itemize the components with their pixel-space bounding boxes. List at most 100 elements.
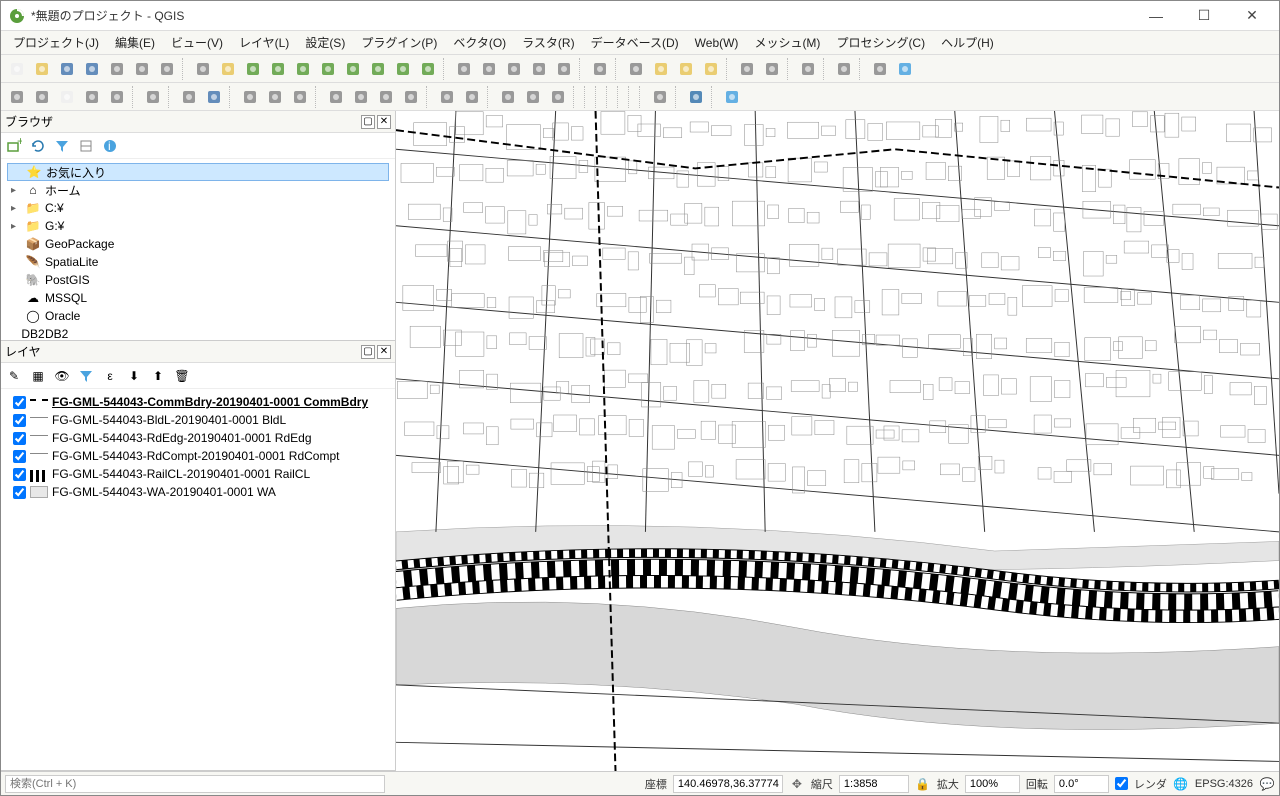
extents-icon[interactable]: ✥ — [789, 776, 805, 792]
browser-item-postgis[interactable]: 🐘PostGIS — [7, 271, 389, 289]
layer-name-label[interactable]: FG-GML-544043-CommBdry-20190401-0001 Com… — [52, 395, 368, 409]
action-button[interactable] — [624, 57, 648, 81]
save-as-button[interactable] — [80, 57, 104, 81]
browser-tree[interactable]: ⭐お気に入り▸⌂ホーム▸📁C:¥▸📁G:¥📦GeoPackage🪶SpatiaL… — [1, 159, 395, 340]
zoom-last-button[interactable] — [391, 57, 415, 81]
layer-item[interactable]: FG-GML-544043-BldL-20190401-0001 BldL — [7, 411, 389, 429]
paste-button[interactable] — [399, 85, 423, 109]
menu-view[interactable]: ビュー(V) — [163, 31, 231, 54]
menu-edit[interactable]: 編集(E) — [107, 31, 163, 54]
redo-button[interactable] — [460, 85, 484, 109]
move-feature-button[interactable] — [263, 85, 287, 109]
file-new-button[interactable] — [5, 57, 29, 81]
delete-button[interactable] — [324, 85, 348, 109]
zoom-layer-button[interactable] — [366, 57, 390, 81]
print-layout-button[interactable] — [105, 57, 129, 81]
expand-arrow-icon[interactable]: ▸ — [11, 221, 21, 232]
browser-item-db2[interactable]: DB2DB2 — [7, 325, 389, 340]
layers-tree[interactable]: FG-GML-544043-CommBdry-20190401-0001 Com… — [1, 389, 395, 770]
layer-name-label[interactable]: FG-GML-544043-BldL-20190401-0001 BldL — [52, 413, 286, 427]
new-virtual-button[interactable] — [105, 85, 129, 109]
layer-item[interactable]: FG-GML-544043-RdEdg-20190401-0001 RdEdg — [7, 429, 389, 447]
save-button[interactable] — [55, 57, 79, 81]
pan-button[interactable] — [191, 57, 215, 81]
help-button[interactable] — [893, 57, 917, 81]
crs-icon[interactable]: 🌐 — [1173, 776, 1189, 792]
layer-item[interactable]: FG-GML-544043-RailCL-20190401-0001 RailC… — [7, 465, 389, 483]
new-3d-button[interactable] — [477, 57, 501, 81]
new-mesh-button[interactable] — [141, 85, 165, 109]
layer-visibility-checkbox[interactable] — [13, 396, 26, 409]
plugin-button[interactable] — [648, 85, 672, 109]
minimize-button[interactable]: ― — [1141, 6, 1171, 26]
zoom-native-button[interactable] — [291, 57, 315, 81]
new-spatialite-button[interactable] — [80, 85, 104, 109]
show-bookmark-button[interactable] — [527, 57, 551, 81]
menu-web[interactable]: Web(W) — [687, 33, 747, 53]
save-edits-button[interactable] — [202, 85, 226, 109]
layer-name-label[interactable]: FG-GML-544043-WA-20190401-0001 WA — [52, 485, 276, 499]
browser-close-button[interactable]: ✕ — [377, 115, 391, 129]
menu-project[interactable]: プロジェクト(J) — [5, 31, 107, 54]
layers-close-button[interactable]: ✕ — [377, 345, 391, 359]
zoom-full-button[interactable] — [316, 57, 340, 81]
magnify-value[interactable]: 100% — [965, 775, 1020, 793]
lock-icon[interactable]: 🔒 — [915, 776, 931, 792]
layer-item[interactable]: FG-GML-544043-RdCompt-20190401-0001 RdCo… — [7, 447, 389, 465]
browser-item-oracle[interactable]: ◯Oracle — [7, 307, 389, 325]
layer-visibility-checkbox[interactable] — [13, 432, 26, 445]
undo-button[interactable] — [435, 85, 459, 109]
maximize-button[interactable]: ☐ — [1189, 6, 1219, 26]
layer-item[interactable]: FG-GML-544043-CommBdry-20190401-0001 Com… — [7, 393, 389, 411]
new-print-button[interactable] — [502, 57, 526, 81]
cut-button[interactable] — [349, 85, 373, 109]
search-input[interactable] — [5, 775, 385, 793]
help2-button[interactable] — [720, 85, 744, 109]
layers-float-button[interactable]: ▢ — [361, 345, 375, 359]
menu-vector[interactable]: ベクタ(O) — [445, 31, 514, 54]
style-manager-button[interactable] — [155, 57, 179, 81]
layer-visibility-checkbox[interactable] — [13, 468, 26, 481]
sigma-button[interactable] — [832, 57, 856, 81]
browser-item-star[interactable]: ⭐お気に入り — [7, 163, 389, 181]
browser-item-spatialite[interactable]: 🪶SpatiaLite — [7, 253, 389, 271]
menu-raster[interactable]: ラスタ(R) — [514, 31, 582, 54]
coord-value[interactable]: 140.46978,36.37774 — [673, 775, 783, 793]
menu-layer[interactable]: レイヤ(L) — [231, 31, 297, 54]
new-shapefile-button[interactable] — [55, 85, 79, 109]
select-form-button[interactable] — [674, 57, 698, 81]
measure-button[interactable] — [735, 57, 759, 81]
expand-arrow-icon[interactable]: ▸ — [11, 185, 21, 196]
zoom-out-button[interactable] — [266, 57, 290, 81]
browser-item-geopackage[interactable]: 📦GeoPackage — [7, 235, 389, 253]
new-geopackage-button[interactable] — [30, 85, 54, 109]
close-button[interactable]: ✕ — [1237, 6, 1267, 26]
diagram-button[interactable] — [521, 85, 545, 109]
style-icon[interactable]: ✎ — [5, 367, 23, 385]
layer-visibility-checkbox[interactable] — [13, 414, 26, 427]
copy-button[interactable] — [374, 85, 398, 109]
deselect-button[interactable] — [699, 57, 723, 81]
layer-name-label[interactable]: FG-GML-544043-RdCompt-20190401-0001 RdCo… — [52, 449, 339, 463]
new-map-button[interactable] — [452, 57, 476, 81]
search-box[interactable] — [5, 775, 385, 793]
refresh-icon[interactable] — [29, 137, 47, 155]
layer-visibility-checkbox[interactable] — [13, 486, 26, 499]
rotation-value[interactable]: 0.0° — [1054, 775, 1109, 793]
menu-help[interactable]: ヘルプ(H) — [933, 31, 1002, 54]
layer-item[interactable]: FG-GML-544043-WA-20190401-0001 WA — [7, 483, 389, 501]
layer-visibility-checkbox[interactable] — [13, 450, 26, 463]
add-feature-button[interactable] — [238, 85, 262, 109]
menu-mesh[interactable]: メッシュ(M) — [746, 31, 828, 54]
layer-name-label[interactable]: FG-GML-544043-RailCL-20190401-0001 RailC… — [52, 467, 310, 481]
layer-name-label[interactable]: FG-GML-544043-RdEdg-20190401-0001 RdEdg — [52, 431, 312, 445]
crs-label[interactable]: EPSG:4326 — [1195, 778, 1253, 790]
expand-arrow-icon[interactable]: ▸ — [11, 203, 21, 214]
visibility-icon[interactable]: 👁 — [53, 367, 71, 385]
menu-settings[interactable]: 設定(S) — [297, 31, 353, 54]
zoom-next-button[interactable] — [416, 57, 440, 81]
folder-open-button[interactable] — [30, 57, 54, 81]
collapse-all-icon[interactable]: ⬆ — [149, 367, 167, 385]
add-layer-icon[interactable]: + — [5, 137, 23, 155]
menu-processing[interactable]: プロセシング(C) — [828, 31, 933, 54]
